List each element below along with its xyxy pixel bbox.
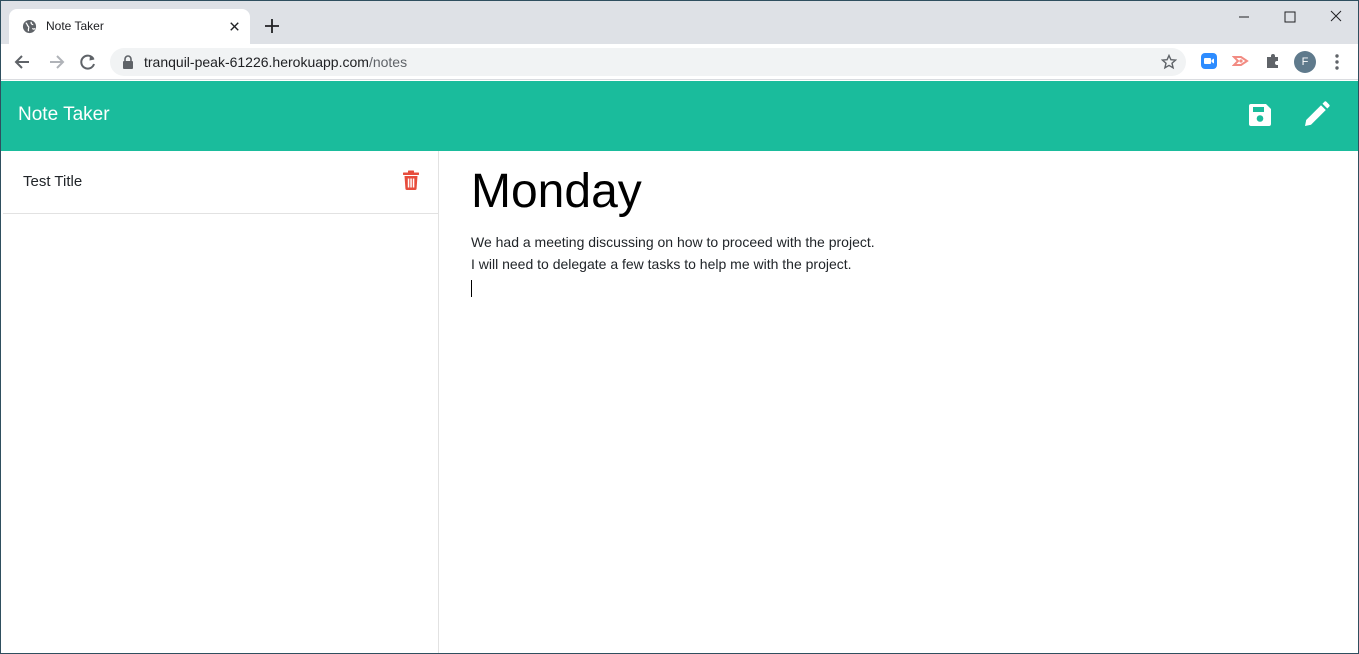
zoom-extension-icon[interactable] <box>1200 52 1218 70</box>
note-textarea[interactable]: We had a meeting discussing on how to pr… <box>471 231 1331 297</box>
pencil-icon[interactable] <box>1302 101 1330 129</box>
back-icon[interactable] <box>13 52 33 72</box>
note-title-input[interactable] <box>471 161 1331 221</box>
browser-window: Note Taker tranquil-peak-61226.herokuapp… <box>0 0 1359 654</box>
note-editor: We had a meeting discussing on how to pr… <box>439 151 1358 653</box>
tab-strip: Note Taker <box>1 1 1358 44</box>
new-tab-icon[interactable] <box>263 17 281 35</box>
reload-icon[interactable] <box>78 52 98 72</box>
url-text: tranquil-peak-61226.herokuapp.com/notes <box>144 54 407 70</box>
trash-icon[interactable] <box>402 170 420 190</box>
globe-icon <box>22 19 37 34</box>
app-navbar: Note Taker <box>1 81 1358 151</box>
profile-avatar[interactable]: F <box>1294 51 1316 73</box>
url-host: tranquil-peak-61226.herokuapp.com <box>144 54 369 70</box>
close-tab-icon[interactable] <box>227 19 242 34</box>
note-body-line: I will need to delegate a few tasks to h… <box>471 256 852 272</box>
browser-toolbar: tranquil-peak-61226.herokuapp.com/notes … <box>1 44 1358 80</box>
maximize-icon[interactable] <box>1279 7 1301 27</box>
url-path: /notes <box>368 54 408 70</box>
forward-icon[interactable] <box>46 52 66 72</box>
close-window-icon[interactable] <box>1325 7 1347 27</box>
minimize-icon[interactable] <box>1233 7 1255 27</box>
address-bar[interactable]: tranquil-peak-61226.herokuapp.com/notes <box>110 48 1186 76</box>
note-title: Test Title <box>23 173 83 190</box>
brand-title[interactable]: Note Taker <box>18 104 110 126</box>
browser-tab[interactable]: Note Taker <box>9 9 250 44</box>
list-item[interactable]: Test Title <box>3 151 438 214</box>
puzzle-extensions-icon[interactable] <box>1264 52 1282 70</box>
extension-icon[interactable] <box>1232 52 1250 70</box>
tab-title: Note Taker <box>46 19 104 33</box>
bookmark-star-icon[interactable] <box>1161 54 1177 70</box>
text-caret <box>471 275 1331 297</box>
kebab-menu-icon[interactable] <box>1329 53 1345 71</box>
save-note-icon[interactable] <box>1247 102 1273 128</box>
lock-icon[interactable] <box>122 55 134 69</box>
notes-list: Test Title <box>3 151 439 653</box>
note-body-line: We had a meeting discussing on how to pr… <box>471 234 875 250</box>
